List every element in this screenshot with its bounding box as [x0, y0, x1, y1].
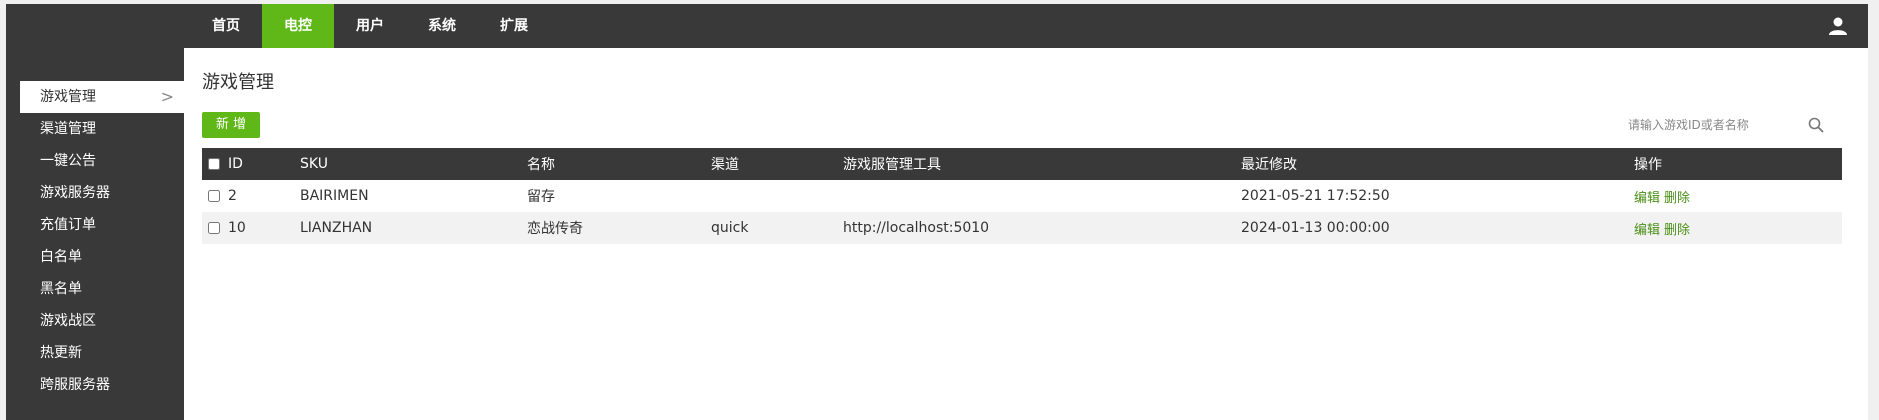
chevron-right-icon: >	[160, 87, 174, 106]
cell-tool: http://localhost:5010	[843, 220, 990, 236]
column-header-id: ID	[228, 156, 243, 172]
nav-item-extend[interactable]: 扩展	[478, 4, 550, 48]
sidebar-item-whitelist[interactable]: 白名单	[20, 241, 184, 273]
search-icon[interactable]	[1808, 117, 1824, 133]
sidebar-item-game-zone[interactable]: 游戏战区	[20, 305, 184, 337]
sidebar-item-label: 游戏服务器	[40, 185, 110, 201]
column-header-actions: 操作	[1634, 157, 1662, 173]
sidebar-item-label: 游戏战区	[40, 313, 96, 329]
sidebar-item-game-management[interactable]: 游戏管理 >	[20, 81, 184, 113]
sidebar-item-label: 黑名单	[40, 281, 82, 297]
column-header-sku: SKU	[300, 156, 328, 172]
row-checkbox[interactable]	[208, 222, 220, 234]
search-input[interactable]	[1622, 112, 1792, 138]
sidebar-item-label: 一键公告	[40, 153, 96, 169]
sidebar-item-label: 白名单	[40, 249, 82, 265]
nav-item-users[interactable]: 用户	[334, 4, 406, 48]
cell-name: 留存	[527, 189, 555, 205]
select-all-cell	[202, 148, 228, 180]
sidebar-item-cross-server[interactable]: 跨服服务器	[20, 369, 184, 401]
sidebar-item-label: 跨服服务器	[40, 377, 110, 393]
cell-tool	[843, 180, 1241, 212]
sidebar-item-announcement[interactable]: 一键公告	[20, 145, 184, 177]
sidebar-item-label: 渠道管理	[40, 121, 96, 137]
sidebar-item-hot-update[interactable]: 热更新	[20, 337, 184, 369]
cell-sku: BAIRIMEN	[300, 188, 369, 204]
sidebar-item-label: 热更新	[40, 345, 82, 361]
edit-link[interactable]: 编辑	[1634, 191, 1660, 206]
sidebar-item-recharge-orders[interactable]: 充值订单	[20, 209, 184, 241]
select-all-checkbox[interactable]	[208, 158, 220, 170]
cell-channel	[711, 180, 843, 212]
main-content: 游戏管理 新 增 ID SKU 名称 渠道 游戏服管理工具 最近修改 操作	[184, 48, 1868, 420]
table-header-row: ID SKU 名称 渠道 游戏服管理工具 最近修改 操作	[202, 148, 1842, 180]
page-title: 游戏管理	[202, 72, 274, 93]
top-nav: 首页 电控 用户 系统 扩展	[190, 4, 550, 48]
table-row: 10 LIANZHAN 恋战传奇 quick http://localhost:…	[202, 212, 1842, 244]
row-checkbox[interactable]	[208, 190, 220, 202]
cell-sku: LIANZHAN	[300, 220, 373, 236]
delete-link[interactable]: 删除	[1664, 191, 1690, 206]
column-header-modified: 最近修改	[1241, 157, 1297, 173]
sidebar-item-game-server[interactable]: 游戏服务器	[20, 177, 184, 209]
sidebar-item-label: 充值订单	[40, 217, 96, 233]
sidebar-menu: 游戏管理 > 渠道管理 一键公告 游戏服务器 充值订单 白名单 黑名单 游戏战区…	[20, 81, 184, 401]
nav-item-system[interactable]: 系统	[406, 4, 478, 48]
add-button[interactable]: 新 增	[202, 112, 260, 138]
delete-link[interactable]: 删除	[1664, 223, 1690, 238]
sidebar-item-label: 游戏管理	[40, 89, 96, 105]
nav-item-control[interactable]: 电控	[262, 4, 334, 48]
search-box	[1622, 112, 1834, 138]
cell-actions: 编辑 删除	[1634, 212, 1842, 244]
sidebar-item-blacklist[interactable]: 黑名单	[20, 273, 184, 305]
cell-modified: 2021-05-21 17:52:50	[1241, 188, 1390, 204]
cell-actions: 编辑 删除	[1634, 180, 1842, 212]
edit-link[interactable]: 编辑	[1634, 223, 1660, 238]
cell-modified: 2024-01-13 00:00:00	[1241, 220, 1390, 236]
column-header-name: 名称	[527, 157, 555, 173]
column-header-tool: 游戏服管理工具	[843, 157, 941, 173]
cell-name: 恋战传奇	[527, 221, 583, 237]
table-row: 2 BAIRIMEN 留存 2021-05-21 17:52:50 编辑 删除	[202, 180, 1842, 212]
column-header-channel: 渠道	[711, 157, 739, 173]
user-icon[interactable]	[1828, 16, 1848, 36]
cell-id: 2	[228, 188, 237, 204]
sidebar: 游戏管理 > 渠道管理 一键公告 游戏服务器 充值订单 白名单 黑名单 游戏战区…	[6, 48, 184, 420]
top-nav-bar: 首页 电控 用户 系统 扩展	[6, 4, 1868, 48]
cell-channel: quick	[711, 220, 749, 236]
games-table: ID SKU 名称 渠道 游戏服管理工具 最近修改 操作 2 BAIRIMEN …	[202, 148, 1842, 244]
sidebar-item-channel-management[interactable]: 渠道管理	[20, 113, 184, 145]
cell-id: 10	[228, 220, 246, 236]
nav-item-home[interactable]: 首页	[190, 4, 262, 48]
